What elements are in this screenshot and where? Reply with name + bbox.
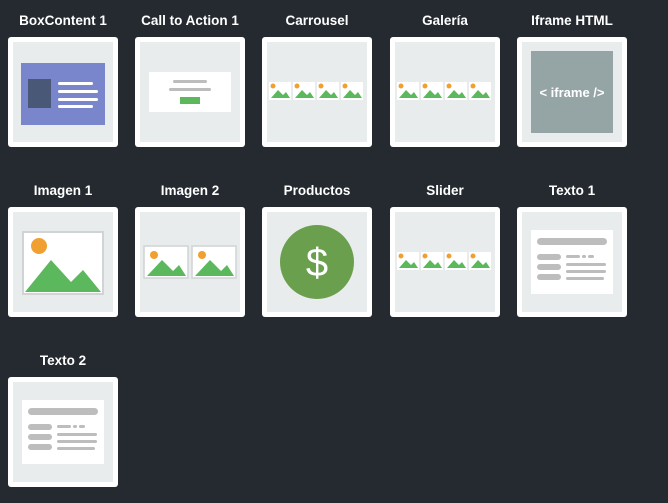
widget-grid: BoxContent 1 Call to Action 1 Carrousel … [0,0,668,503]
two-images-icon [143,245,237,279]
widget-thumbnail[interactable] [517,207,627,317]
text-block-icon [22,400,104,464]
boxcontent-icon [21,63,105,125]
widget-label: BoxContent 1 [19,13,107,28]
widget-thumbnail[interactable]: $ [262,207,372,317]
widget-label: Texto 1 [548,183,596,198]
widget-thumbnail[interactable] [8,37,118,147]
widget-call-to-action-1[interactable]: Call to Action 1 [135,13,245,147]
carrousel-icon [269,82,363,100]
widget-label: Galería [422,13,468,28]
widget-imagen-1[interactable]: Imagen 1 [8,183,118,317]
text-block-icon [531,230,613,294]
widget-label: Iframe HTML [531,13,613,28]
widget-label: Imagen 2 [160,183,220,198]
widget-texto-1[interactable]: Texto 1 [517,183,627,317]
widget-imagen-2[interactable]: Imagen 2 [135,183,245,317]
widget-slider[interactable]: Slider [390,183,500,317]
widget-thumbnail[interactable] [262,37,372,147]
image-icon [22,231,104,295]
widget-label: Slider [426,183,464,198]
widget-thumbnail[interactable] [135,207,245,317]
widget-label: Productos [283,183,351,198]
widget-thumbnail[interactable] [390,37,500,147]
widget-galeria[interactable]: Galería [390,13,500,147]
call-to-action-icon [149,72,231,112]
iframe-icon-text: < iframe /> [539,85,604,100]
widget-thumbnail[interactable]: < iframe /> [517,37,627,147]
widget-thumbnail[interactable] [8,377,118,487]
dollar-icon: $ [280,225,354,299]
widget-label: Imagen 1 [33,183,93,198]
widget-label: Texto 2 [39,353,87,368]
widget-thumbnail[interactable] [390,207,500,317]
widget-thumbnail[interactable] [135,37,245,147]
widget-productos[interactable]: Productos $ [262,183,372,317]
widget-thumbnail[interactable] [8,207,118,317]
widget-texto-2[interactable]: Texto 2 [8,353,118,487]
slider-icon [397,252,491,270]
gallery-icon [397,82,491,100]
widget-carrousel[interactable]: Carrousel [262,13,372,147]
widget-boxcontent-1[interactable]: BoxContent 1 [8,13,118,147]
widget-label: Carrousel [285,13,349,28]
widget-iframe-html[interactable]: Iframe HTML < iframe /> [517,13,627,147]
dollar-icon-glyph: $ [306,241,328,285]
iframe-icon: < iframe /> [531,51,613,133]
widget-label: Call to Action 1 [141,13,239,28]
